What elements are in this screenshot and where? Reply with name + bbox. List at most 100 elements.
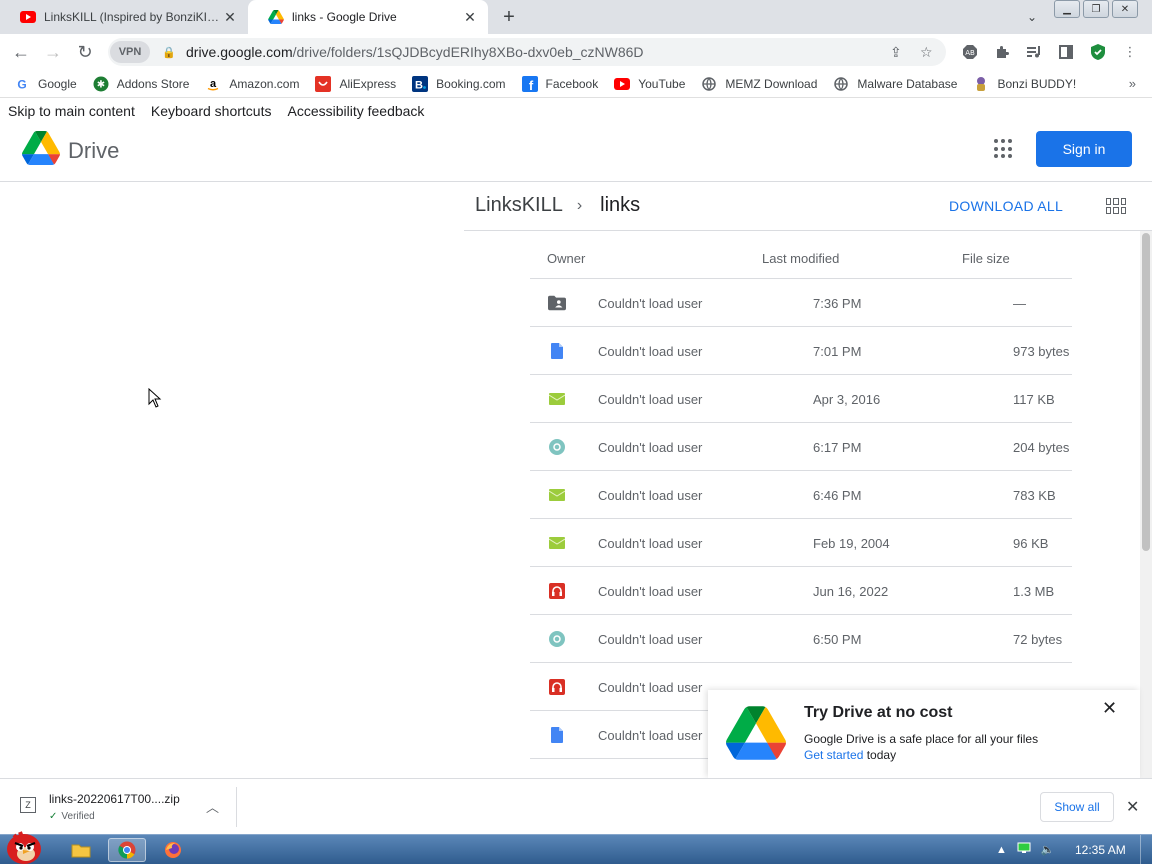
download-filename[interactable]: links-20220617T00....zip	[49, 792, 180, 806]
close-icon[interactable]: ✕	[1102, 698, 1117, 719]
table-row[interactable]: Couldn't load user Jun 16, 2022 1.3 MB	[530, 567, 1072, 615]
facebook-icon: f	[521, 75, 538, 92]
google-drive-logo[interactable]	[22, 131, 60, 165]
bookmark-amazon[interactable]: a Amazon.com	[205, 76, 299, 92]
address-bar[interactable]: VPN 🔒 drive.google.com/drive/folders/1sQ…	[108, 38, 946, 66]
table-row[interactable]: Couldn't load user Apr 3, 2016 117 KB	[530, 375, 1072, 423]
angry-bird-start-icon[interactable]	[4, 827, 44, 864]
google-apps-icon[interactable]	[994, 139, 1014, 159]
table-row[interactable]: Couldn't load user Feb 19, 2004 96 KB	[530, 519, 1072, 567]
bookmark-label: Amazon.com	[229, 76, 300, 91]
svg-text:✱: ✱	[97, 79, 105, 90]
url-text[interactable]: drive.google.com/drive/folders/1sQJDBcyd…	[186, 44, 644, 60]
archive-file-icon	[548, 390, 566, 408]
file-size: —	[1013, 296, 1026, 311]
bookmark-facebook[interactable]: f Facebook	[521, 75, 598, 92]
grid-view-icon[interactable]	[1106, 198, 1126, 214]
table-row[interactable]: Couldn't load user 6:46 PM 783 KB	[530, 471, 1072, 519]
product-name[interactable]: Drive	[68, 138, 119, 164]
shield-icon[interactable]	[1088, 42, 1108, 62]
window-controls: ▁ ❐ ✕	[1054, 0, 1141, 18]
bookmark-memz-download[interactable]: MEMZ Download	[701, 76, 817, 92]
firefox-icon[interactable]	[154, 838, 192, 862]
share-icon[interactable]: ⇪	[890, 44, 902, 61]
puzzle-extensions-icon[interactable]	[992, 42, 1012, 62]
file-modified: 7:36 PM	[813, 296, 862, 311]
show-desktop-button[interactable]	[1140, 835, 1152, 864]
google-drive-logo	[726, 706, 786, 760]
close-window-button[interactable]: ✕	[1112, 0, 1138, 18]
file-explorer-icon[interactable]	[62, 838, 100, 862]
bookmark-google[interactable]: G Google	[14, 76, 76, 92]
header-divider	[0, 181, 1152, 182]
taskbar-clock[interactable]: 12:35 AM	[1075, 843, 1126, 857]
vpn-badge[interactable]: VPN	[110, 41, 150, 63]
sign-in-button[interactable]: Sign in	[1036, 131, 1132, 167]
youtube-icon	[20, 9, 36, 25]
breadcrumb-current[interactable]: links	[600, 194, 640, 217]
chrome-icon[interactable]	[108, 838, 146, 862]
chevron-up-icon[interactable]: ︿	[206, 797, 219, 816]
breadcrumb-parent[interactable]: LinksKILL	[475, 194, 563, 217]
globe-icon	[701, 76, 717, 92]
maximize-button[interactable]: ❐	[1083, 0, 1109, 18]
file-size: 973 bytes	[1013, 344, 1070, 359]
reload-icon[interactable]: ↻	[74, 41, 96, 63]
media-playlist-icon[interactable]	[1024, 42, 1044, 62]
bonzi-icon	[973, 76, 989, 92]
document-icon	[548, 342, 566, 360]
table-row[interactable]: Couldn't load user 6:17 PM 204 bytes	[530, 423, 1072, 471]
table-row[interactable]: Couldn't load user 6:50 PM 72 bytes	[530, 615, 1072, 663]
download-all-button[interactable]: DOWNLOAD ALL	[949, 198, 1063, 214]
bookmark-bonzi-buddy[interactable]: Bonzi BUDDY!	[973, 76, 1076, 92]
tray-expand-icon[interactable]: ▲	[996, 844, 1007, 856]
chevron-down-icon[interactable]: ⌄	[1022, 7, 1042, 27]
forward-arrow-icon[interactable]: →	[42, 41, 64, 63]
accessibility-feedback-link[interactable]: Accessibility feedback	[287, 103, 424, 119]
bookmark-youtube[interactable]: YouTube	[614, 76, 685, 92]
close-icon[interactable]: ✕	[222, 9, 238, 25]
bookmark-label: AliExpress	[339, 76, 397, 91]
side-panel-icon[interactable]	[1056, 42, 1076, 62]
skip-links: Skip to main content Keyboard shortcuts …	[8, 103, 440, 119]
network-icon[interactable]	[1017, 842, 1031, 857]
breadcrumb: LinksKILL › links	[475, 194, 640, 217]
skip-to-main-link[interactable]: Skip to main content	[8, 103, 135, 119]
get-started-link[interactable]: Get started	[804, 748, 863, 762]
table-row[interactable]: Couldn't load user 7:36 PM —	[530, 279, 1072, 327]
url-domain: drive.google.com	[186, 44, 293, 60]
keyboard-shortcuts-link[interactable]: Keyboard shortcuts	[151, 103, 272, 119]
table-row[interactable]: Couldn't load user 7:01 PM 973 bytes	[530, 327, 1072, 375]
bookmark-aliexpress[interactable]: AliExpress	[315, 75, 397, 92]
scrollbar[interactable]	[1140, 231, 1152, 778]
star-icon[interactable]: ☆	[920, 44, 933, 61]
column-last-modified[interactable]: Last modified	[762, 251, 839, 266]
new-tab-button[interactable]: +	[496, 5, 522, 29]
close-icon[interactable]: ✕	[1126, 797, 1139, 817]
document-icon	[548, 726, 566, 744]
file-owner: Couldn't load user	[598, 584, 703, 599]
tab-google-drive[interactable]: links - Google Drive ✕	[248, 0, 488, 34]
column-owner[interactable]: Owner	[547, 251, 585, 266]
show-all-button[interactable]: Show all	[1040, 792, 1114, 822]
volume-icon[interactable]: 🔈	[1041, 843, 1055, 856]
scrollbar-thumb[interactable]	[1142, 233, 1150, 551]
lock-icon[interactable]: 🔒	[162, 46, 176, 59]
bookmark-addons-store[interactable]: ✱ Addons Store	[93, 76, 189, 92]
promo-text: Google Drive is a safe place for all you…	[804, 732, 1039, 746]
minimize-button[interactable]: ▁	[1054, 0, 1080, 18]
adblock-extension-icon[interactable]: AB	[960, 42, 980, 62]
bookmarks-overflow-button[interactable]: »	[1129, 76, 1136, 91]
browser-toolbar: ← → ↻ VPN 🔒 drive.google.com/drive/folde…	[0, 34, 1152, 70]
close-icon[interactable]: ✕	[462, 9, 478, 25]
file-size: 117 KB	[1013, 392, 1055, 407]
tab-linkskill[interactable]: LinksKILL (Inspired by BonziKILL) ✕	[0, 0, 248, 34]
svg-text:B: B	[415, 79, 423, 91]
bookmark-malware-database[interactable]: Malware Database	[833, 76, 957, 92]
more-vertical-icon[interactable]: ⋮	[1120, 42, 1140, 62]
bookmark-booking[interactable]: B Booking.com	[412, 75, 506, 92]
back-arrow-icon[interactable]: ←	[10, 41, 32, 63]
url-path: /drive/folders/1sQJDBcydERIhy8XBo-dxv0eb…	[292, 44, 644, 60]
chevron-right-icon: ›	[576, 196, 583, 214]
column-file-size[interactable]: File size	[962, 251, 1010, 266]
